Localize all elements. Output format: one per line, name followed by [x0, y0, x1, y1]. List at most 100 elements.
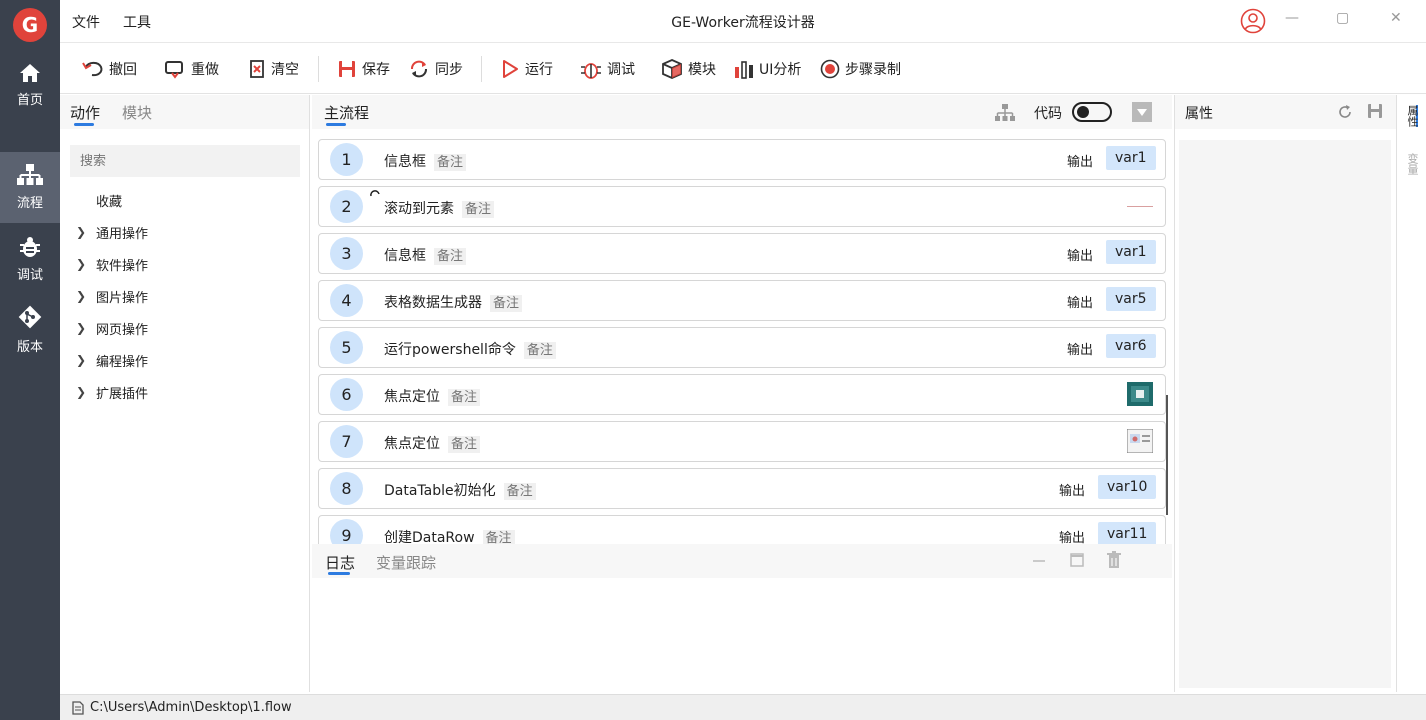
code-toggle[interactable]: [1072, 102, 1112, 122]
step-note[interactable]: 备注: [448, 389, 481, 406]
tab-modules[interactable]: 模块: [122, 102, 152, 123]
tree-item-web[interactable]: ❯ 网页操作: [76, 318, 148, 338]
hierarchy-icon[interactable]: [995, 104, 1015, 122]
run-button[interactable]: 运行: [500, 57, 553, 81]
output-variable[interactable]: var11: [1098, 522, 1157, 545]
step-name-wrap: 运行powershell命令 备注: [384, 339, 556, 359]
home-icon: [20, 64, 40, 82]
debug-button[interactable]: 调试: [580, 57, 635, 81]
chevron-right-icon: ❯: [76, 225, 87, 239]
nav-item-home[interactable]: 首页: [0, 50, 60, 121]
flow-header: 主流程 代码: [312, 95, 1172, 129]
undo-label: 撤回: [109, 62, 137, 78]
action-search-input[interactable]: [70, 145, 300, 177]
nav-item-version[interactable]: 版本: [0, 294, 60, 365]
output-label: 输出: [1067, 155, 1094, 170]
undo-button[interactable]: 撤回: [82, 57, 137, 81]
step-name-wrap: 信息框 备注: [384, 151, 467, 171]
close-button[interactable]: ✕: [1390, 10, 1402, 26]
clear-button[interactable]: 清空: [248, 57, 299, 81]
side-tab-properties[interactable]: 属性: [1404, 105, 1420, 127]
refresh-icon[interactable]: [1337, 104, 1353, 120]
step-note[interactable]: 备注: [482, 530, 515, 545]
step-row[interactable]: 5 运行powershell命令 备注 输出 var6: [318, 327, 1166, 368]
step-row[interactable]: 3 信息框 备注 输出 var1: [318, 233, 1166, 274]
log-header: 日志 变量跟踪: [312, 544, 1172, 578]
step-note[interactable]: 备注: [434, 154, 467, 171]
tree-item-general[interactable]: ❯ 通用操作: [76, 222, 148, 242]
output-variable[interactable]: var5: [1106, 287, 1156, 311]
step-number: 6: [330, 378, 363, 411]
step-row[interactable]: 9 创建DataRow 备注 输出 var11: [318, 515, 1166, 545]
output-variable[interactable]: var6: [1106, 334, 1156, 358]
step-name: 滚动到元素: [384, 201, 454, 217]
step-note[interactable]: 备注: [523, 342, 556, 359]
step-note[interactable]: 备注: [462, 201, 495, 218]
step-note[interactable]: 备注: [434, 248, 467, 265]
loading-spinner-icon: [370, 190, 380, 197]
output-variable[interactable]: var10: [1098, 475, 1157, 499]
step-list-scrollbar[interactable]: [1166, 395, 1168, 515]
redo-icon: [165, 61, 183, 79]
nav-label-version: 版本: [16, 340, 43, 355]
collapse-dropdown-button[interactable]: [1132, 102, 1152, 122]
step-number: 9: [330, 519, 363, 545]
side-tab-variables[interactable]: 变量: [1404, 153, 1420, 175]
step-note[interactable]: 备注: [490, 295, 523, 312]
debug-label: 调试: [607, 62, 635, 78]
properties-title: 属性: [1185, 106, 1213, 122]
properties-body: [1179, 140, 1391, 688]
step-row[interactable]: 7 焦点定位 备注: [318, 421, 1166, 462]
flow-icon: [17, 164, 43, 185]
tree-label: 收藏: [96, 194, 123, 210]
output-label: 输出: [1067, 249, 1094, 264]
ui-analysis-icon: [735, 61, 753, 79]
tree-label: 通用操作: [96, 226, 149, 242]
tree-item-plugins[interactable]: ❯ 扩展插件: [76, 382, 148, 402]
module-button[interactable]: 模块: [661, 57, 716, 81]
step-note[interactable]: 备注: [448, 436, 481, 453]
tab-active-indicator: [328, 572, 350, 575]
save-properties-icon[interactable]: [1367, 103, 1383, 119]
step-row[interactable]: 8 DataTable初始化 备注 输出 var10: [318, 468, 1166, 509]
minimize-button[interactable]: —: [1285, 10, 1299, 26]
nav-item-debug[interactable]: 调试: [0, 224, 60, 295]
bug-icon: [20, 237, 40, 257]
element-screenshot-thumbnail[interactable]: [1127, 429, 1153, 453]
left-nav: G 首页 流程 调试 版本: [0, 0, 60, 720]
user-avatar-icon[interactable]: [1240, 8, 1266, 34]
step-name-wrap: 表格数据生成器 备注: [384, 292, 523, 312]
tree-label: 编程操作: [96, 354, 149, 370]
tree-item-programming[interactable]: ❯ 编程操作: [76, 350, 148, 370]
tab-actions[interactable]: 动作: [70, 102, 100, 123]
output-variable[interactable]: var1: [1106, 240, 1156, 264]
step-row[interactable]: 4 表格数据生成器 备注 输出 var5: [318, 280, 1166, 321]
element-screenshot-thumbnail[interactable]: [1127, 382, 1153, 406]
step-number: 2: [330, 190, 363, 223]
record-steps-button[interactable]: 步骤录制: [820, 57, 901, 81]
flow-title[interactable]: 主流程: [324, 102, 369, 123]
tree-item-favorites[interactable]: 收藏: [76, 190, 122, 210]
output-variable[interactable]: var1: [1106, 146, 1156, 170]
tree-item-software[interactable]: ❯ 软件操作: [76, 254, 148, 274]
tree-item-image[interactable]: ❯ 图片操作: [76, 286, 148, 306]
save-button[interactable]: 保存: [337, 57, 390, 81]
trash-icon[interactable]: [1106, 551, 1122, 569]
tab-active-indicator: [326, 123, 346, 126]
step-note[interactable]: 备注: [503, 483, 536, 500]
actions-tabs: 动作 模块: [60, 95, 309, 129]
step-row[interactable]: 2 滚动到元素 备注: [318, 186, 1166, 227]
step-row[interactable]: 6 焦点定位 备注: [318, 374, 1166, 415]
toolbar-divider: [318, 56, 319, 82]
nav-item-flow[interactable]: 流程: [0, 152, 60, 223]
tab-variable-trace[interactable]: 变量跟踪: [376, 552, 436, 573]
ui-analysis-button[interactable]: UI分析: [734, 57, 801, 81]
maximize-panel-icon[interactable]: [1070, 553, 1084, 567]
minimize-panel-icon[interactable]: [1032, 554, 1046, 568]
maximize-button[interactable]: ▢: [1336, 10, 1349, 26]
toolbar-divider: [481, 56, 482, 82]
redo-button[interactable]: 重做: [164, 57, 219, 81]
tab-log[interactable]: 日志: [325, 552, 355, 573]
sync-button[interactable]: 同步: [408, 57, 463, 81]
step-row[interactable]: 1 信息框 备注 输出 var1: [318, 139, 1166, 180]
